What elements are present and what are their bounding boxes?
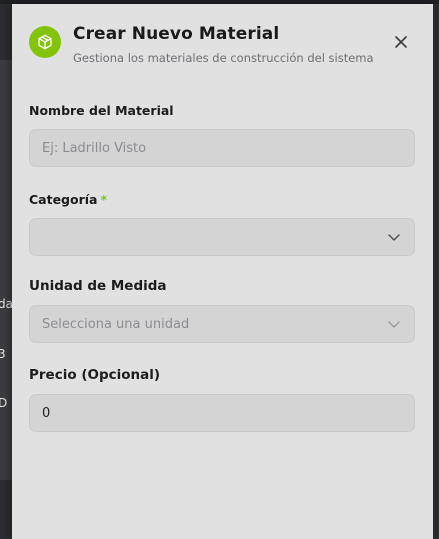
unit-label: Unidad de Medida bbox=[29, 278, 167, 294]
price-field: Precio (Opcional) bbox=[29, 367, 415, 432]
chevron-down-icon bbox=[388, 321, 400, 328]
price-label: Precio (Opcional) bbox=[29, 367, 161, 383]
package-icon bbox=[29, 26, 61, 58]
category-select[interactable] bbox=[29, 218, 415, 256]
background-text-fragment: 3 bbox=[0, 347, 6, 361]
modal-header: Crear Nuevo Material Gestiona los materi… bbox=[12, 4, 433, 78]
price-box bbox=[29, 394, 415, 432]
unit-select[interactable]: Selecciona una unidad bbox=[29, 305, 415, 343]
category-label-text: Categoría bbox=[29, 192, 98, 207]
material-name-input[interactable] bbox=[42, 140, 382, 156]
modal-subtitle: Gestiona los materiales de construcción … bbox=[73, 51, 374, 65]
material-name-box bbox=[29, 129, 415, 167]
material-name-field: Nombre del Material bbox=[29, 103, 415, 167]
chevron-down-icon bbox=[388, 234, 400, 241]
required-marker: * bbox=[100, 192, 108, 207]
price-input[interactable] bbox=[42, 405, 382, 421]
modal-title: Crear Nuevo Material bbox=[73, 24, 280, 44]
material-name-label: Nombre del Material bbox=[29, 103, 174, 118]
close-icon[interactable] bbox=[393, 34, 409, 50]
create-material-modal: Crear Nuevo Material Gestiona los materi… bbox=[12, 4, 433, 539]
unit-field: Unidad de Medida Selecciona una unidad bbox=[29, 278, 415, 343]
unit-placeholder: Selecciona una unidad bbox=[42, 316, 190, 332]
category-field: Categoría * bbox=[29, 192, 415, 256]
background-text-fragment: D bbox=[0, 396, 8, 410]
category-label: Categoría * bbox=[29, 192, 415, 207]
background-sidebar-edge bbox=[0, 60, 12, 480]
